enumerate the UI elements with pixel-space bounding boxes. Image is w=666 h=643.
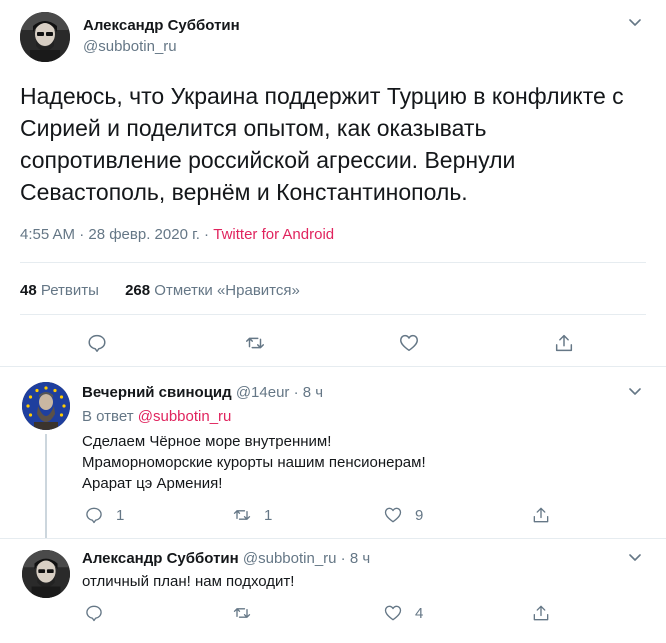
- reply-icon: [86, 605, 102, 622]
- likes-stat[interactable]: 268 Отметки «Нравится»: [125, 282, 300, 299]
- retweets-count: 48: [20, 282, 37, 299]
- chevron-down-icon[interactable]: [627, 383, 643, 399]
- author-name[interactable]: Александр Субботин: [82, 550, 239, 567]
- tweet-meta: 4:55 AM · 28 февр. 2020 г. · Twitter for…: [20, 226, 334, 243]
- reply-time[interactable]: · 8 ч: [337, 550, 371, 567]
- retweets-label: Ретвиты: [36, 282, 99, 299]
- like-button[interactable]: 9: [383, 505, 423, 525]
- author-name[interactable]: Александр Субботин: [83, 17, 240, 34]
- retweet-button[interactable]: [244, 332, 266, 354]
- retweet-icon: [246, 337, 264, 349]
- retweet-button[interactable]: [232, 603, 252, 623]
- divider: [20, 314, 646, 315]
- reply-header: Александр Субботин @subbotin_ru · 8 ч: [82, 550, 370, 567]
- like-icon: [384, 605, 402, 621]
- share-icon: [533, 507, 549, 523]
- retweet-count: 1: [264, 506, 273, 524]
- tweet-stats: 48 Ретвиты 268 Отметки «Нравится»: [20, 282, 322, 299]
- avatar[interactable]: [20, 12, 70, 62]
- tweet-text: Надеюсь, что Украина поддержит Турцию в …: [20, 83, 624, 205]
- tweet-source-link[interactable]: Twitter for Android: [213, 226, 334, 243]
- reply-to-label: В ответ: [82, 408, 138, 425]
- reply-button[interactable]: 1: [84, 505, 124, 525]
- avatar-image: [20, 12, 70, 62]
- share-button[interactable]: [531, 505, 551, 525]
- tweet-timestamp[interactable]: 4:55 AM · 28 февр. 2020 г. ·: [20, 226, 213, 243]
- avatar[interactable]: [22, 550, 70, 598]
- author-handle[interactable]: @subbotin_ru: [243, 550, 337, 567]
- divider: [20, 262, 646, 263]
- reply-text: отличный план! нам подходит!: [82, 571, 294, 592]
- author-handle[interactable]: @14eur: [236, 384, 290, 401]
- likes-label: Отметки «Нравится»: [150, 282, 300, 299]
- retweets-stat[interactable]: 48 Ретвиты: [20, 282, 99, 299]
- chevron-down-icon[interactable]: [627, 549, 643, 565]
- like-count: 4: [415, 604, 424, 622]
- like-button[interactable]: 4: [383, 603, 423, 623]
- reply-icon: [86, 507, 102, 524]
- reply-text-line: Мраморноморские курорты нашим пенсионера…: [82, 454, 426, 471]
- share-button[interactable]: [531, 603, 551, 623]
- author-name[interactable]: Вечерний свиноцид: [82, 384, 232, 401]
- likes-count: 268: [125, 282, 151, 299]
- like-icon: [384, 507, 402, 523]
- divider: [0, 366, 666, 367]
- reply-time[interactable]: · 8 ч: [289, 384, 324, 401]
- retweet-icon: [233, 510, 251, 520]
- retweet-button[interactable]: 1: [232, 505, 272, 525]
- divider: [0, 538, 666, 539]
- like-icon: [400, 334, 418, 352]
- like-count: 9: [415, 506, 424, 524]
- reply-icon: [88, 334, 106, 352]
- thread-line: [45, 434, 47, 538]
- share-icon: [555, 334, 573, 352]
- share-button[interactable]: [553, 332, 575, 354]
- reply-count: 1: [116, 506, 125, 524]
- reply-text-line: Арарат цэ Армения!: [82, 475, 223, 492]
- like-button[interactable]: [398, 332, 420, 354]
- reply-text: Сделаем Чёрное море внутренним! Мраморно…: [82, 431, 426, 494]
- reply-text-line: отличный план! нам подходит!: [82, 573, 295, 590]
- reply-to-mention[interactable]: @subbotin_ru: [138, 408, 232, 425]
- chevron-down-icon[interactable]: [627, 14, 643, 30]
- reply-to-line: В ответ @subbotin_ru: [82, 408, 231, 425]
- share-icon: [533, 605, 549, 621]
- reply-button[interactable]: [84, 603, 104, 623]
- avatar-image: [22, 550, 70, 598]
- avatar[interactable]: [22, 382, 70, 430]
- avatar-image: [22, 382, 70, 430]
- reply-header: Вечерний свиноцид @14eur · 8 ч: [82, 384, 323, 401]
- reply-button[interactable]: [86, 332, 108, 354]
- author-handle[interactable]: @subbotin_ru: [83, 38, 177, 55]
- retweet-icon: [233, 608, 251, 618]
- reply-text-line: Сделаем Чёрное море внутренним!: [82, 433, 332, 450]
